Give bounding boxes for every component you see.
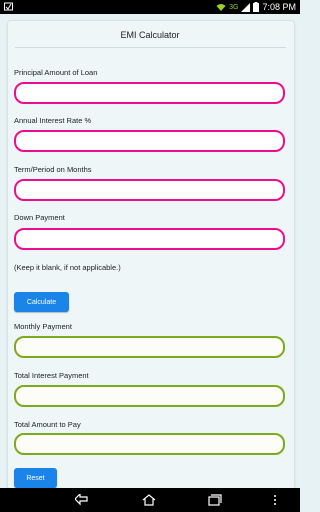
notification-icon bbox=[4, 2, 13, 11]
title-divider bbox=[15, 47, 286, 48]
wifi-icon bbox=[216, 3, 226, 11]
menu-icon[interactable] bbox=[272, 494, 278, 506]
calculate-button[interactable]: Calculate bbox=[14, 292, 69, 312]
principal-label: Principal Amount of Loan bbox=[14, 68, 98, 77]
total-amount-output[interactable] bbox=[14, 433, 285, 455]
term-label: Term/Period on Months bbox=[14, 165, 92, 174]
down-payment-label: Down Payment bbox=[14, 213, 65, 222]
term-input[interactable] bbox=[14, 179, 285, 201]
back-icon[interactable] bbox=[75, 494, 89, 506]
monthly-payment-output[interactable] bbox=[14, 336, 285, 358]
total-interest-label: Total Interest Payment bbox=[14, 371, 89, 380]
navigation-bar bbox=[0, 488, 300, 512]
signal-icon bbox=[241, 2, 251, 12]
interest-rate-label: Annual Interest Rate % bbox=[14, 116, 92, 125]
status-bar: 3G 7:08 PM bbox=[0, 0, 300, 14]
status-icons: 3G 7:08 PM bbox=[216, 0, 296, 14]
reset-button[interactable]: Reset bbox=[14, 468, 57, 488]
page-title: EMI Calculator bbox=[120, 30, 180, 40]
recent-apps-icon[interactable] bbox=[208, 494, 222, 506]
home-icon[interactable] bbox=[142, 494, 156, 506]
interest-rate-input[interactable] bbox=[14, 130, 285, 152]
down-payment-input[interactable] bbox=[14, 228, 285, 250]
principal-input[interactable] bbox=[14, 82, 285, 104]
down-payment-note: (Keep it blank, if not applicable.) bbox=[14, 263, 121, 272]
total-interest-output[interactable] bbox=[14, 385, 285, 407]
total-amount-label: Total Amount to Pay bbox=[14, 420, 81, 429]
network-type: 3G bbox=[229, 3, 239, 11]
monthly-payment-label: Monthly Payment bbox=[14, 322, 72, 331]
battery-icon bbox=[253, 2, 260, 12]
clock: 7:08 PM bbox=[262, 2, 296, 12]
